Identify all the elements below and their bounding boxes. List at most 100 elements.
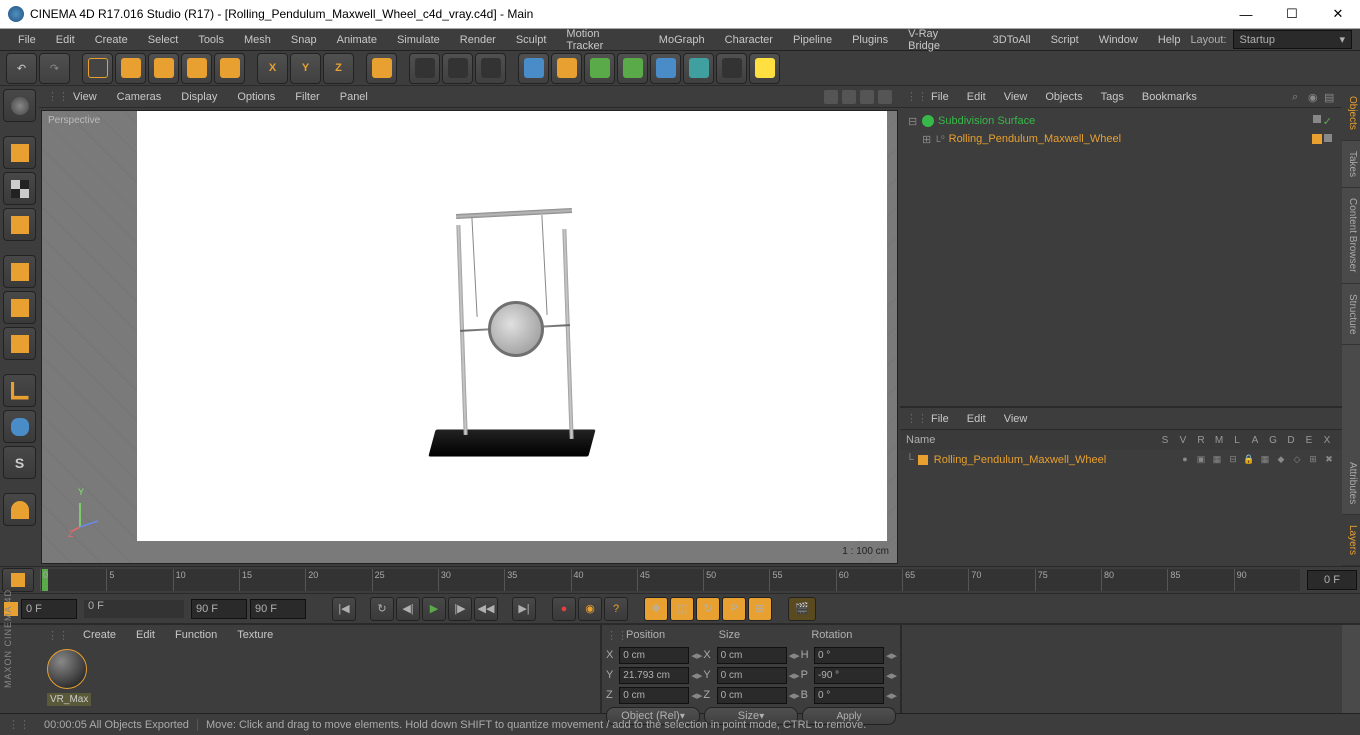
range-slider[interactable]: 0 F xyxy=(84,600,184,618)
menu-plugins[interactable]: Plugins xyxy=(842,31,898,49)
magnet-button[interactable] xyxy=(3,493,36,526)
select-tool-button[interactable] xyxy=(82,53,113,84)
menu-help[interactable]: Help xyxy=(1148,31,1191,49)
size-field[interactable]: 0 cm xyxy=(717,647,787,664)
menu-render[interactable]: Render xyxy=(450,31,506,49)
goto-end-button[interactable]: ▶| xyxy=(512,597,536,621)
rotation-field[interactable]: 0 ° xyxy=(814,647,884,664)
attr-flag-icon[interactable]: ⊞ xyxy=(1306,454,1320,466)
play-button[interactable]: ▶ xyxy=(422,597,446,621)
axis-button[interactable] xyxy=(3,374,36,407)
grip-icon[interactable]: ⋮⋮ xyxy=(906,90,918,103)
expand-icon[interactable]: ⊟ xyxy=(908,115,918,128)
attr-col-e[interactable]: E xyxy=(1300,435,1318,446)
deformer-button[interactable] xyxy=(617,53,648,84)
maximize-button[interactable]: ☐ xyxy=(1278,4,1306,24)
timeline-end-field[interactable]: 0 F xyxy=(1307,570,1357,590)
last-tool-button[interactable] xyxy=(214,53,245,84)
menu-tools[interactable]: Tools xyxy=(188,31,234,49)
attr-flag-icon[interactable]: ⊟ xyxy=(1226,454,1240,466)
generator-button[interactable] xyxy=(584,53,615,84)
attr-col-v[interactable]: V xyxy=(1174,435,1192,446)
attr-col-a[interactable]: A xyxy=(1246,435,1264,446)
obj-menu-view[interactable]: View xyxy=(995,88,1037,106)
next-frame-button[interactable]: |▶ xyxy=(448,597,472,621)
workplane-button[interactable] xyxy=(3,208,36,241)
vp-nav-icon[interactable] xyxy=(824,90,838,104)
key-pla-button[interactable]: ⊞ xyxy=(748,597,772,621)
tree-row-object[interactable]: ⊞ L⁰ Rolling_Pendulum_Maxwell_Wheel xyxy=(904,130,1338,148)
undo-button[interactable]: ↶ xyxy=(6,53,37,84)
viewport-3d[interactable]: Perspective 1 : 100 cm Y Z xyxy=(41,110,898,564)
grip-icon[interactable]: ⋮⋮ xyxy=(906,412,918,425)
grip-icon[interactable]: ⋮⋮ xyxy=(47,90,59,103)
menu-motion-tracker[interactable]: Motion Tracker xyxy=(556,25,648,55)
obj-menu-objects[interactable]: Objects xyxy=(1036,88,1091,106)
grip-icon[interactable]: ⋮⋮ xyxy=(47,629,69,642)
filter-icon[interactable]: ▤ xyxy=(1324,91,1336,103)
attr-flag-icon[interactable]: ▦ xyxy=(1210,454,1224,466)
vp-menu-panel[interactable]: Panel xyxy=(330,88,378,106)
menu-select[interactable]: Select xyxy=(138,31,189,49)
z-axis-button[interactable]: Z xyxy=(323,53,354,84)
viewport-solo-button[interactable] xyxy=(3,410,36,443)
loop-button[interactable]: ↻ xyxy=(370,597,394,621)
prev-frame-button[interactable]: ◀| xyxy=(396,597,420,621)
tab-structure[interactable]: Structure xyxy=(1342,284,1360,346)
attr-menu-file[interactable]: File xyxy=(922,410,958,428)
attr-col-x[interactable]: X xyxy=(1318,435,1336,446)
tab-takes[interactable]: Takes xyxy=(1342,141,1360,188)
material-preview-icon[interactable] xyxy=(47,649,87,689)
render-pv-button[interactable] xyxy=(442,53,473,84)
menu-mesh[interactable]: Mesh xyxy=(234,31,281,49)
attr-col-l[interactable]: L xyxy=(1228,435,1246,446)
scale-tool-button[interactable] xyxy=(148,53,179,84)
snap-toggle-button[interactable]: S xyxy=(3,446,36,479)
attr-flag-icon[interactable]: ◆ xyxy=(1274,454,1288,466)
key-scale-button[interactable]: ◫ xyxy=(670,597,694,621)
eye-icon[interactable]: ◉ xyxy=(1308,91,1320,103)
material-name[interactable]: VR_Max xyxy=(47,693,91,706)
bulb-button[interactable] xyxy=(749,53,780,84)
obj-menu-tags[interactable]: Tags xyxy=(1092,88,1133,106)
tab-content-browser[interactable]: Content Browser xyxy=(1342,188,1360,283)
mat-menu-create[interactable]: Create xyxy=(73,627,126,643)
vp-menu-view[interactable]: View xyxy=(63,88,107,106)
tab-attributes[interactable]: Attributes xyxy=(1342,452,1360,515)
vp-nav-icon-2[interactable] xyxy=(842,90,856,104)
mat-menu-edit[interactable]: Edit xyxy=(126,627,165,643)
project-end-field[interactable]: 90 F xyxy=(250,599,306,619)
attr-col-m[interactable]: M xyxy=(1210,435,1228,446)
size-field[interactable]: 0 cm xyxy=(717,687,787,704)
render-settings-button[interactable] xyxy=(475,53,506,84)
attr-flag-icon[interactable]: ▣ xyxy=(1194,454,1208,466)
move-tool-button[interactable] xyxy=(115,53,146,84)
vp-menu-filter[interactable]: Filter xyxy=(285,88,329,106)
redo-button[interactable]: ↷ xyxy=(39,53,70,84)
rotate-tool-button[interactable] xyxy=(181,53,212,84)
attr-flag-icon[interactable]: ✖ xyxy=(1322,454,1336,466)
menu-file[interactable]: File xyxy=(8,31,46,49)
tab-layers[interactable]: Layers xyxy=(1342,515,1360,566)
position-field[interactable]: 0 cm xyxy=(619,647,689,664)
environment-button[interactable] xyxy=(650,53,681,84)
mat-menu-function[interactable]: Function xyxy=(165,627,227,643)
attr-object-name[interactable]: Rolling_Pendulum_Maxwell_Wheel xyxy=(934,454,1176,466)
camera-button[interactable] xyxy=(683,53,714,84)
vp-nav-icon-4[interactable] xyxy=(878,90,892,104)
autokey-button[interactable]: ◉ xyxy=(578,597,602,621)
tree-row-subdivision[interactable]: ⊟ Subdivision Surface ✓ xyxy=(904,112,1338,130)
menu-pipeline[interactable]: Pipeline xyxy=(783,31,842,49)
make-editable-button[interactable] xyxy=(3,89,36,122)
menu-animate[interactable]: Animate xyxy=(327,31,387,49)
attr-flag-icon[interactable]: ● xyxy=(1178,454,1192,466)
attr-col-g[interactable]: G xyxy=(1264,435,1282,446)
attr-flag-icon[interactable]: ◇ xyxy=(1290,454,1304,466)
attr-flag-icon[interactable]: ▦ xyxy=(1258,454,1272,466)
layer-color-icon[interactable] xyxy=(1312,134,1322,144)
render-view-button[interactable] xyxy=(409,53,440,84)
prev-key-button[interactable]: ◀◀ xyxy=(474,597,498,621)
menu-create[interactable]: Create xyxy=(85,31,138,49)
model-mode-button[interactable] xyxy=(3,136,36,169)
attr-col-d[interactable]: D xyxy=(1282,435,1300,446)
